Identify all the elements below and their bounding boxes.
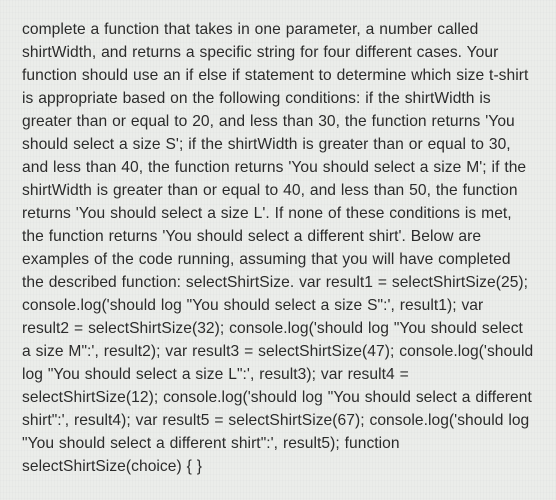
- question-body-text: complete a function that takes in one pa…: [22, 18, 534, 478]
